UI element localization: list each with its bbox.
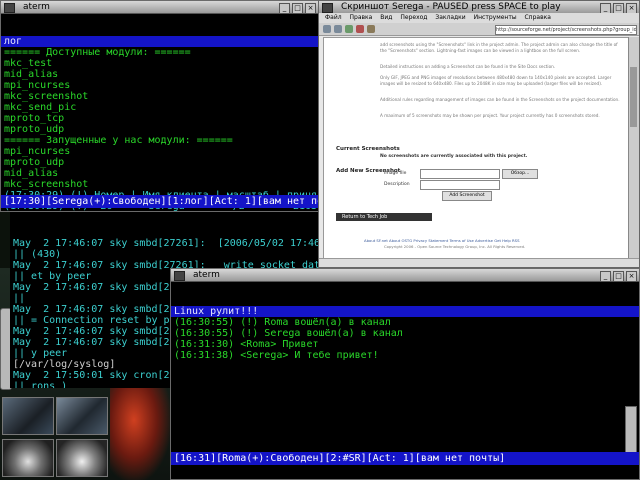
forward-icon[interactable] bbox=[334, 25, 342, 33]
add-screenshot-button[interactable]: Add Screenshot bbox=[442, 191, 492, 201]
close-button[interactable]: × bbox=[305, 3, 316, 14]
description-label: Description bbox=[384, 182, 410, 187]
browser-toolbar: http://sourceforge.net/project/screensho… bbox=[319, 23, 639, 36]
intro-paragraph: add screenshots using the "Screenshots" … bbox=[380, 42, 618, 53]
image-file-input[interactable] bbox=[420, 169, 500, 179]
current-screenshots-info: No screenshots are currently associated … bbox=[380, 154, 528, 159]
current-screenshots-heading: Current Screenshots bbox=[336, 146, 400, 152]
footer-links[interactable]: About SF.net About OSTG Privacy Statemen… bbox=[364, 238, 520, 243]
window-menu-icon[interactable] bbox=[174, 271, 185, 281]
window-menu-icon[interactable] bbox=[4, 3, 15, 13]
terminal-line: mid_alias bbox=[4, 69, 59, 80]
menu-go[interactable]: Переход bbox=[400, 14, 427, 21]
format-paragraph: Only GIF, JPEG and PNG images of resolut… bbox=[380, 75, 612, 86]
chat-line: (16:30:55) (!) Roma вошёл(а) в канал bbox=[174, 317, 391, 328]
terminal-line: ====== Запущенные у нас модули: ====== bbox=[4, 135, 233, 146]
workspace-thumbnail-4[interactable] bbox=[56, 439, 108, 477]
window-title: aterm bbox=[23, 2, 50, 12]
desktop-artwork bbox=[110, 380, 170, 480]
terminal-line: лог bbox=[1, 36, 318, 47]
terminal-line: mkc_test bbox=[4, 58, 53, 69]
image-file-label: Image file bbox=[384, 171, 407, 176]
maximize-button[interactable]: □ bbox=[292, 3, 303, 14]
syslog-line: || (430) bbox=[13, 249, 62, 260]
minimize-button[interactable]: _ bbox=[279, 3, 290, 14]
home-icon[interactable] bbox=[367, 25, 375, 33]
browser-statusbar bbox=[319, 258, 639, 267]
chat-status-bar: [16:31][Roma(+):Свободен][2:#SR][Act: 1]… bbox=[171, 452, 639, 465]
chat-output[interactable]: Linux рулит!!! (16:30:55) (!) Roma вошёл(… bbox=[171, 282, 639, 479]
return-link-bar[interactable]: Return to Tech Job bbox=[336, 213, 432, 221]
limit-paragraph: A maximum of 5 screenshots may be shown … bbox=[380, 113, 600, 118]
reload-icon[interactable] bbox=[345, 25, 353, 33]
close-button[interactable]: × bbox=[626, 271, 637, 282]
browser-window-icon[interactable] bbox=[322, 3, 333, 13]
terminal-line: mpi_ncurses bbox=[4, 146, 71, 157]
scrollbar-thumb[interactable] bbox=[630, 67, 637, 127]
workspace-thumbnail-2[interactable] bbox=[56, 397, 108, 435]
window-title: aterm bbox=[193, 270, 220, 280]
terminal-window-irc-log[interactable]: aterm _ □ × лог ====== Доступные модули: ==… bbox=[0, 0, 319, 212]
stop-icon[interactable] bbox=[356, 25, 364, 33]
chat-line: (16:31:38) <Serega> И тебе привет! bbox=[174, 350, 379, 361]
menu-bookmarks[interactable]: Закладки bbox=[435, 14, 465, 21]
chat-scrollbar[interactable] bbox=[625, 406, 637, 454]
terminal-line: ====== Доступные модули: ====== bbox=[4, 47, 191, 58]
chat-line: (16:31:30) <Roma> Привет bbox=[174, 339, 319, 350]
terminal-line: mproto_udp bbox=[4, 157, 65, 168]
terminal-line: mproto_udp bbox=[4, 124, 65, 135]
terminal-line: mkc_send_pic bbox=[4, 102, 77, 113]
chat-line: (16:30:55) (!) Serega вошёл(а) в канал bbox=[174, 328, 403, 339]
workspace-thumbnail-3[interactable] bbox=[2, 439, 54, 477]
rules-paragraph: Additional rules regarding management of… bbox=[380, 97, 620, 102]
browser-scrollbar[interactable] bbox=[628, 37, 639, 259]
terminal-output[interactable]: лог ====== Доступные модули: ====== mkc_te… bbox=[1, 14, 318, 211]
instructions-paragraph: Detailed instructions on adding a Screen… bbox=[380, 64, 556, 69]
terminal-line: mpi_ncurses bbox=[4, 80, 71, 91]
browser-menubar: Файл Правка Вид Переход Закладки Инструм… bbox=[319, 13, 639, 23]
address-bar[interactable]: http://sourceforge.net/project/screensho… bbox=[495, 25, 637, 35]
terminal-line: mkc_screenshot bbox=[4, 179, 89, 190]
menu-file[interactable]: Файл bbox=[325, 14, 342, 21]
menu-edit[interactable]: Правка bbox=[350, 14, 373, 21]
maximize-button[interactable]: □ bbox=[613, 271, 624, 282]
menu-view[interactable]: Вид bbox=[380, 14, 392, 21]
footer-copyright: Copyright 2006 - Open Source Technology … bbox=[384, 244, 526, 249]
window-titlebar[interactable]: aterm _ □ × bbox=[1, 1, 318, 14]
syslog-line: May 2 17:46:07 sky smbd[27261]: [2006/05… bbox=[13, 238, 328, 249]
browser-window[interactable]: Скриншот Serega - PAUSED press SPACE to … bbox=[318, 0, 640, 268]
terminal-line: mid_alias bbox=[4, 168, 59, 179]
web-page[interactable]: add screenshots using the "Screenshots" … bbox=[323, 37, 629, 261]
terminal-status-bar: [17:30][Serega(+):Свободен][1:лог][Act: … bbox=[1, 195, 318, 208]
browse-button[interactable]: Обзор... bbox=[502, 169, 538, 179]
terminal-window-irc-chat[interactable]: aterm _ □ × Linux рулит!!! (16:30:55) (!) R… bbox=[170, 268, 640, 480]
chat-line: Linux рулит!!! bbox=[171, 306, 639, 317]
terminal-line: mproto_tcp bbox=[4, 113, 65, 124]
minimize-button[interactable]: _ bbox=[600, 271, 611, 282]
menu-help[interactable]: Справка bbox=[524, 14, 550, 21]
terminal-line: mkc_screenshot bbox=[4, 91, 89, 102]
workspace-thumbnail-1[interactable] bbox=[2, 397, 54, 435]
back-icon[interactable] bbox=[323, 25, 331, 33]
browser-title: Скриншот Serega - PAUSED press SPACE to … bbox=[341, 2, 561, 12]
window-titlebar[interactable]: aterm _ □ × bbox=[171, 269, 639, 282]
menu-tools[interactable]: Инструменты bbox=[474, 14, 517, 21]
description-input[interactable] bbox=[420, 180, 500, 190]
